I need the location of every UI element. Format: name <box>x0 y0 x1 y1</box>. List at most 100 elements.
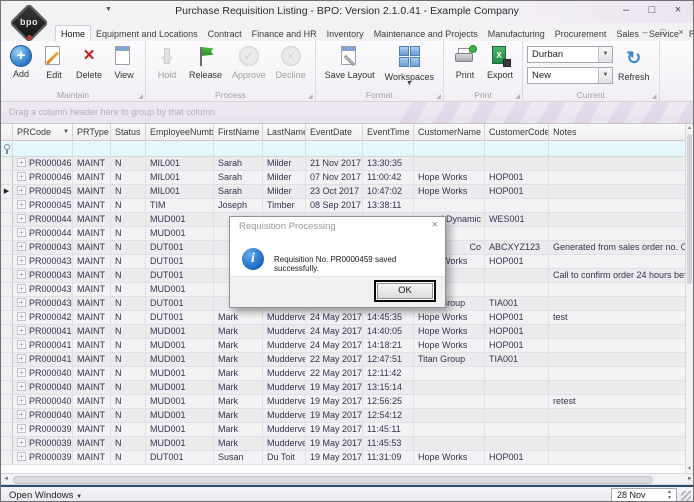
grid-row-PR0000396[interactable]: +PR0000396MAINTNDUT001SusanDu Toit19 May… <box>1 451 687 465</box>
view-button[interactable]: View <box>107 44 141 81</box>
date-field[interactable]: 28 Nov 2017 ▲▼ <box>611 488 677 502</box>
mdi-minimize-button[interactable]: – <box>637 26 653 39</box>
add-button[interactable]: +Add <box>5 44 37 80</box>
column-header-customername[interactable]: CustomerName <box>414 124 485 140</box>
expand-icon[interactable]: + <box>17 396 26 405</box>
filter-cell[interactable] <box>214 141 263 156</box>
column-header-eventtime[interactable]: EventTime <box>363 124 414 140</box>
expand-icon[interactable]: + <box>17 424 26 433</box>
approve-button[interactable]: ✓Approve <box>227 44 271 81</box>
minimize-button[interactable]: – <box>613 1 639 21</box>
scroll-left-icon[interactable]: ◄ <box>3 476 9 482</box>
tab-home[interactable]: Home <box>55 25 91 41</box>
column-header-prcode[interactable]: PRCode▼ <box>13 124 73 140</box>
column-header-eventdate[interactable]: EventDate <box>306 124 363 140</box>
column-header-status[interactable]: Status <box>111 124 146 140</box>
chevron-down-icon[interactable]: ▼ <box>598 47 612 62</box>
expand-icon[interactable]: + <box>17 214 26 223</box>
export-button[interactable]: XExport <box>482 44 518 81</box>
column-header-customercode[interactable]: CustomerCode <box>485 124 549 140</box>
mdi-restore-button[interactable]: □ <box>655 26 671 39</box>
filter-cell[interactable] <box>306 141 363 156</box>
release-button[interactable]: Release <box>184 44 227 81</box>
expand-icon[interactable]: + <box>17 354 26 363</box>
grid-row-PR0000459[interactable]: ▶+PR0000459MAINTNMIL001SarahMilder23 Oct… <box>1 185 687 199</box>
expand-icon[interactable]: + <box>17 228 26 237</box>
grid-row-PR0000404[interactable]: +PR0000404MAINTNMUD001MarkMudderveld19 M… <box>1 409 687 423</box>
expand-icon[interactable]: + <box>17 410 26 419</box>
expand-icon[interactable]: + <box>17 326 26 335</box>
horizontal-scrollbar[interactable]: ◄ ► <box>1 473 694 485</box>
open-windows-button[interactable]: Open Windows ▼ <box>9 490 82 501</box>
dialog-launcher-icon[interactable]: ◢ <box>138 93 143 100</box>
dialog-launcher-icon[interactable]: ◢ <box>515 93 520 100</box>
filter-cell[interactable] <box>263 141 306 156</box>
expand-icon[interactable]: + <box>17 284 26 293</box>
filter-cell[interactable] <box>363 141 414 156</box>
filter-dropdown-icon[interactable]: ▼ <box>63 127 69 140</box>
grid-row-PR0000397[interactable]: +PR0000397MAINTNMUD001MarkMudderveld19 M… <box>1 437 687 451</box>
grid-row-PR0000461[interactable]: +PR0000461MAINTNMIL001SarahMilder21 Nov … <box>1 157 687 171</box>
filter-pin-cell[interactable] <box>1 141 13 156</box>
tab-equipment-and-locations[interactable]: Equipment and Locations <box>91 26 203 41</box>
expand-icon[interactable]: + <box>17 382 26 391</box>
filter-cell[interactable] <box>485 141 549 156</box>
tab-procurement[interactable]: Procurement <box>550 26 612 41</box>
date-spinner[interactable]: ▲▼ <box>664 489 675 501</box>
horizontal-scroll-thumb[interactable] <box>13 476 653 484</box>
scroll-down-icon[interactable]: ▼ <box>686 466 693 472</box>
dialog-launcher-icon[interactable]: ◢ <box>652 93 657 100</box>
print-button[interactable]: Print <box>448 44 482 81</box>
column-header-notes[interactable]: Notes <box>549 124 687 140</box>
tab-finance-and-hr[interactable]: Finance and HR <box>247 26 322 41</box>
decline-button[interactable]: ×Decline <box>271 44 311 81</box>
dialog-launcher-icon[interactable]: ◢ <box>308 93 313 100</box>
grid-row-PR0000405[interactable]: +PR0000405MAINTNMUD001MarkMudderveld19 M… <box>1 395 687 409</box>
grid-row-PR0000418[interactable]: +PR0000418MAINTNMUD001MarkMudderveld24 M… <box>1 325 687 339</box>
expand-icon[interactable]: + <box>17 158 26 167</box>
dialog-launcher-icon[interactable]: ◢ <box>436 93 441 100</box>
tab-maintenance-and-projects[interactable]: Maintenance and Projects <box>369 26 483 41</box>
filter-cell[interactable] <box>549 141 687 156</box>
expand-icon[interactable]: + <box>17 438 26 447</box>
expand-icon[interactable]: + <box>17 186 26 195</box>
resize-grip[interactable] <box>681 491 691 501</box>
expand-icon[interactable]: + <box>17 270 26 279</box>
tab-contract[interactable]: Contract <box>203 26 247 41</box>
expand-icon[interactable]: + <box>17 452 26 461</box>
expand-icon[interactable]: + <box>17 256 26 265</box>
grid-row-PR0000410[interactable]: +PR0000410MAINTNMUD001MarkMudderveld22 M… <box>1 353 687 367</box>
expand-icon[interactable]: + <box>17 242 26 251</box>
expand-icon[interactable]: + <box>17 172 26 181</box>
mdi-close-button[interactable]: × <box>673 26 689 39</box>
status-dropdown[interactable]: New▼ <box>527 67 613 84</box>
expand-icon[interactable]: + <box>17 340 26 349</box>
group-by-strip[interactable]: Drag a column header here to group by th… <box>1 102 693 124</box>
expand-icon[interactable]: + <box>17 200 26 209</box>
tab-manufacturing[interactable]: Manufacturing <box>483 26 550 41</box>
scroll-up-icon[interactable]: ▲ <box>686 125 693 131</box>
grid-row-PR0000409[interactable]: +PR0000409MAINTNMUD001MarkMudderveld22 M… <box>1 367 687 381</box>
chevron-down-icon[interactable]: ▼ <box>598 68 612 83</box>
site-dropdown[interactable]: Durban▼ <box>527 46 613 63</box>
dialog-close-icon[interactable]: × <box>432 219 438 231</box>
close-button[interactable]: × <box>665 1 691 21</box>
filter-cell[interactable] <box>414 141 485 156</box>
save-layout-button[interactable]: Save Layout <box>320 44 380 81</box>
scroll-right-icon[interactable]: ► <box>687 476 693 482</box>
delete-button[interactable]: ×Delete <box>71 44 107 81</box>
filter-cell[interactable] <box>111 141 146 156</box>
grid-row-PR0000416[interactable]: +PR0000416MAINTNMUD001MarkMudderveld24 M… <box>1 339 687 353</box>
tab-inventory[interactable]: Inventory <box>322 26 369 41</box>
ok-button[interactable]: OK <box>374 280 436 302</box>
column-header-lastname[interactable]: LastName <box>263 124 306 140</box>
grid-row-PR0000428[interactable]: +PR0000428MAINTNDUT001MarkMudderveld24 M… <box>1 311 687 325</box>
vertical-scroll-thumb[interactable] <box>687 134 692 284</box>
workspaces-button[interactable]: Workspaces▼ <box>380 44 439 87</box>
vertical-scrollbar[interactable]: ▲ ▼ <box>685 124 693 473</box>
column-header-firstname[interactable]: FirstName <box>214 124 263 140</box>
filter-cell[interactable] <box>146 141 214 156</box>
expand-icon[interactable]: + <box>17 298 26 307</box>
column-header-prtype[interactable]: PRType <box>73 124 111 140</box>
column-header-employeenumber[interactable]: EmployeeNumber <box>146 124 214 140</box>
